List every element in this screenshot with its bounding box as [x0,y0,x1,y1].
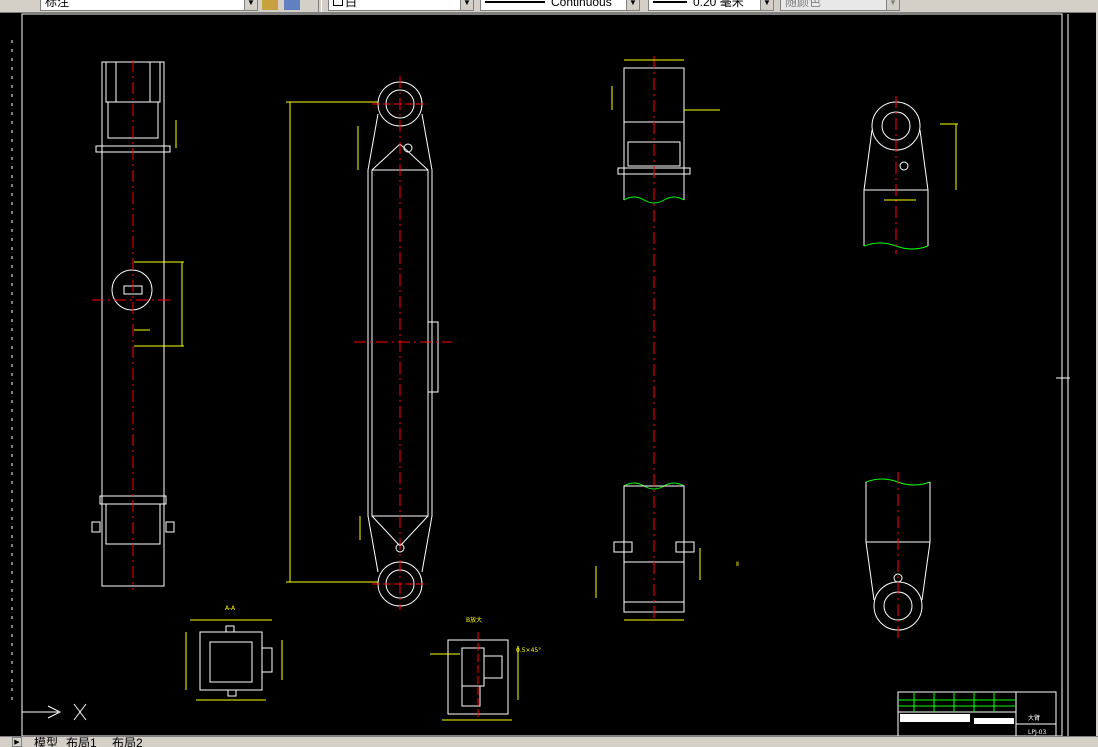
layer-manager-icon[interactable] [262,0,278,10]
pin-end-upper-view [863,96,958,254]
color-swatch [333,0,343,6]
color-dropdown[interactable]: 白 ▼ [328,0,474,11]
text-style-dropdown[interactable]: 标注 ▼ [40,0,258,11]
chamfer-note: 0.5×45° [516,647,541,654]
linetype-dropdown[interactable]: Continuous ▼ [480,0,640,11]
plotstyle-value: 随颜色 [785,0,822,9]
lineweight-dropdown[interactable]: 0.20 毫米 ▼ [648,0,774,11]
ucs-icon [22,703,87,721]
section-label: A-A [225,605,236,612]
arm-view-side [286,76,452,610]
chevron-down-icon: ▼ [886,0,899,10]
layer-previous-icon[interactable] [284,0,300,10]
toolbar-separator [318,0,322,12]
title-block-code: LPJ-03 [1028,729,1046,736]
drawing-canvas[interactable]: A-A B放大 0.5×45° Ⅱ 大臂 LPJ-03 [0,12,1098,736]
lineweight-swatch [653,1,687,3]
chevron-down-icon: ▼ [244,0,257,10]
color-value: 白 [345,0,358,9]
chevron-down-icon: ▼ [460,0,473,10]
plotstyle-dropdown[interactable]: 随颜色 ▼ [780,0,900,11]
detail-label: B放大 [466,616,482,624]
chevron-down-icon: ▼ [760,0,773,10]
arm-view-front [91,60,184,590]
chevron-down-icon: ▼ [626,0,639,10]
detail-b [430,632,519,721]
section-a-a [185,619,283,701]
linetype-swatch [485,1,545,3]
arm-view-section [595,56,720,621]
lineweight-value: 0.20 毫米 [693,0,744,9]
linetype-value: Continuous [551,0,612,9]
layout-tab-bar: ▶ 模型 布局1 布局2 [0,736,1098,747]
detail-ref: Ⅱ [736,561,739,568]
pin-end-lower-view [865,472,931,640]
drawing-frame [21,13,1063,736]
title-block-name: 大臂 [1028,714,1040,722]
text-style-value: 标注 [45,0,70,9]
